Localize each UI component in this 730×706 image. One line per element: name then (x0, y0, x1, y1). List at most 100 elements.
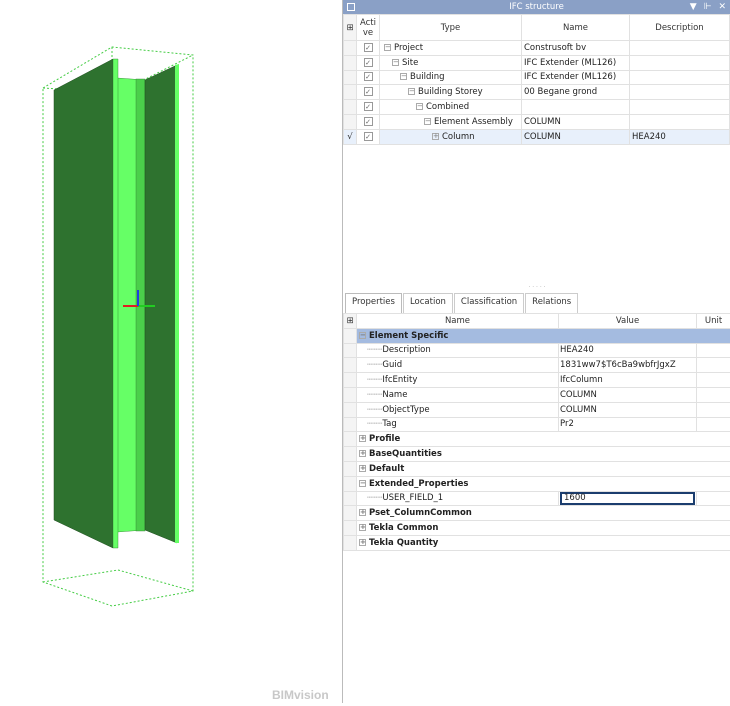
expand-icon[interactable]: + (359, 465, 366, 472)
pin-icon[interactable]: ⊩ (704, 0, 712, 14)
collapse-icon[interactable]: − (359, 480, 366, 487)
col-prop-name[interactable]: Name (357, 314, 559, 329)
expand-icon[interactable]: + (359, 524, 366, 531)
property-unit (697, 387, 730, 402)
collapse-icon[interactable]: − (400, 73, 407, 80)
property-group[interactable]: +Tekla Quantity (344, 535, 730, 550)
col-prop-unit[interactable]: Unit (697, 314, 730, 329)
expand-icon[interactable]: + (359, 509, 366, 516)
window-icon[interactable] (347, 3, 355, 11)
tab-classification[interactable]: Classification (454, 293, 524, 313)
tree-row[interactable]: ✓ −Project Construsoft bv (344, 41, 730, 56)
tree-item-type[interactable]: Building Storey (418, 87, 483, 97)
collapse-icon[interactable]: − (384, 44, 391, 51)
row-indicator (344, 114, 357, 129)
col-type[interactable]: Type (380, 15, 522, 41)
col-prop-value[interactable]: Value (559, 314, 697, 329)
group-label: Pset_ColumnCommon (369, 508, 472, 518)
property-group[interactable]: +Profile (344, 432, 730, 447)
property-row[interactable]: ┄┄┄Tag Pr2 (344, 417, 730, 432)
group-label: Profile (369, 434, 400, 444)
tree-item-description (630, 41, 730, 56)
collapse-icon[interactable]: − (416, 103, 423, 110)
property-group[interactable]: +Default (344, 461, 730, 476)
property-name: IfcEntity (382, 375, 417, 385)
active-checkbox[interactable]: ✓ (364, 132, 373, 141)
property-value: COLUMN (560, 405, 695, 415)
tree-item-type[interactable]: Site (402, 58, 418, 68)
property-name: USER_FIELD_1 (382, 493, 443, 503)
tree-row[interactable]: ✓ −Building Storey 00 Begane grond (344, 85, 730, 100)
row-indicator: √ (344, 129, 357, 144)
tree-item-type[interactable]: Column (442, 132, 475, 142)
tree-row[interactable]: ✓ −Combined (344, 100, 730, 115)
property-value-input[interactable]: 1600 (560, 492, 695, 505)
collapse-icon[interactable]: − (408, 88, 415, 95)
active-checkbox[interactable]: ✓ (364, 87, 373, 96)
tree-item-name: IFC Extender (ML126) (522, 55, 630, 70)
tree-item-description (630, 100, 730, 115)
property-value: IfcColumn (560, 375, 695, 385)
tab-properties[interactable]: Properties (345, 293, 402, 313)
active-checkbox[interactable]: ✓ (364, 117, 373, 126)
active-checkbox[interactable]: ✓ (364, 72, 373, 81)
tree-item-type[interactable]: Element Assembly (434, 117, 513, 127)
property-row[interactable]: ┄┄┄Guid 1831ww7$T6cBa9wbfrJgxZ (344, 358, 730, 373)
tree-item-description (630, 55, 730, 70)
property-row[interactable]: ┄┄┄ObjectType COLUMN (344, 402, 730, 417)
property-row[interactable]: ┄┄┄USER_FIELD_1 1600 (344, 491, 730, 506)
tab-location[interactable]: Location (403, 293, 453, 313)
properties-table: ⊞ Name Value Unit −Element Specific┄┄┄De… (343, 313, 730, 551)
property-value: HEA240 (560, 345, 695, 355)
tab-relations[interactable]: Relations (525, 293, 578, 313)
group-label: Extended_Properties (369, 479, 468, 489)
property-unit (697, 373, 730, 388)
expand-icon[interactable]: + (359, 539, 366, 546)
property-row[interactable]: ┄┄┄Description HEA240 (344, 343, 730, 358)
group-label: Tekla Common (369, 523, 438, 533)
tree-item-type[interactable]: Combined (426, 102, 469, 112)
tree-item-name: IFC Extender (ML126) (522, 70, 630, 85)
close-icon[interactable]: ✕ (718, 0, 726, 14)
tree-item-description (630, 70, 730, 85)
3d-viewport[interactable]: BIMvision (0, 0, 341, 703)
left-flange-edge (113, 59, 118, 548)
property-group[interactable]: +Tekla Common (344, 521, 730, 536)
tree-row[interactable]: ✓ −Building IFC Extender (ML126) (344, 70, 730, 85)
expand-icon[interactable]: + (359, 435, 366, 442)
property-row[interactable]: ┄┄┄Name COLUMN (344, 387, 730, 402)
property-group[interactable]: −Element Specific (344, 328, 730, 343)
collapse-icon[interactable]: − (424, 118, 431, 125)
tree-item-name: COLUMN (522, 114, 630, 129)
tree-row[interactable]: ✓ −Site IFC Extender (ML126) (344, 55, 730, 70)
active-checkbox[interactable]: ✓ (364, 43, 373, 52)
collapse-icon[interactable]: − (392, 59, 399, 66)
ifc-structure-titlebar: IFC structure ▼⊩✕ (343, 0, 730, 14)
property-group[interactable]: +Pset_ColumnCommon (344, 506, 730, 521)
active-checkbox[interactable]: ✓ (364, 58, 373, 67)
expand-icon[interactable]: + (432, 133, 439, 140)
property-row[interactable]: ┄┄┄IfcEntity IfcColumn (344, 373, 730, 388)
panel-splitter[interactable]: · · · · · (343, 286, 730, 290)
column-chooser-icon[interactable]: ⊞ (344, 15, 357, 41)
property-unit (697, 402, 730, 417)
tree-item-type[interactable]: Building (410, 72, 444, 82)
dropdown-icon[interactable]: ▼ (690, 0, 697, 14)
tree-row[interactable]: √ ✓ +Column COLUMN HEA240 (344, 129, 730, 144)
property-name: Name (382, 390, 407, 400)
row-indicator (344, 55, 357, 70)
tree-row[interactable]: ✓ −Element Assembly COLUMN (344, 114, 730, 129)
tree-item-type[interactable]: Project (394, 43, 423, 53)
property-value: Pr2 (560, 419, 695, 429)
col-description[interactable]: Description (630, 15, 730, 41)
col-name[interactable]: Name (522, 15, 630, 41)
bimvision-watermark: BIMvision (272, 688, 329, 702)
property-name: Description (382, 345, 430, 355)
property-group[interactable]: −Extended_Properties (344, 476, 730, 491)
column-chooser-icon[interactable]: ⊞ (344, 314, 357, 329)
expand-icon[interactable]: + (359, 450, 366, 457)
property-group[interactable]: +BaseQuantities (344, 447, 730, 462)
col-active[interactable]: Active (357, 15, 380, 41)
active-checkbox[interactable]: ✓ (364, 102, 373, 111)
collapse-icon[interactable]: − (359, 332, 366, 339)
